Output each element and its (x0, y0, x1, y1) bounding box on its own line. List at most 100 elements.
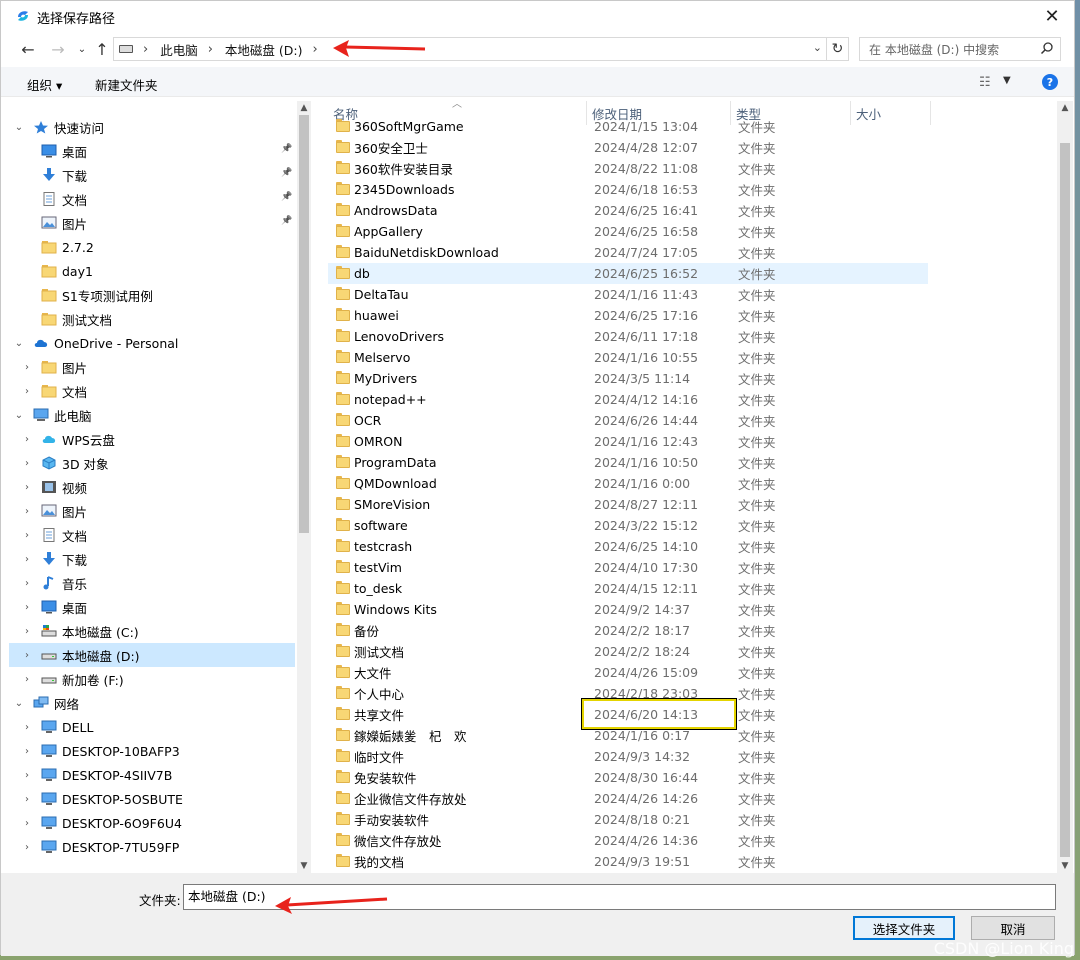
chevron-down-icon[interactable]: ⌄ (13, 410, 25, 421)
nav-item[interactable]: S1专项测试用例 (9, 283, 295, 307)
search-box[interactable]: 在 本地磁盘 (D:) 中搜索 (859, 37, 1061, 61)
file-row[interactable]: 测试文档 2024/2/2 18:24 文件夹 (328, 641, 928, 662)
forward-button[interactable]: → (47, 37, 69, 61)
nav-item[interactable]: › 视频 (9, 475, 295, 499)
file-row[interactable]: Windows Kits 2024/9/2 14:37 文件夹 (328, 599, 928, 620)
address-bar[interactable]: › 此电脑 › 本地磁盘 (D:) › ⌄ (113, 37, 827, 61)
chevron-right-icon[interactable]: › (21, 746, 33, 757)
file-row[interactable]: OCR 2024/6/26 14:44 文件夹 (328, 410, 928, 431)
chevron-right-icon[interactable]: › (21, 362, 33, 373)
nav-item[interactable]: › 本地磁盘 (C:) (9, 619, 295, 643)
chevron-right-icon[interactable]: › (21, 554, 33, 565)
nav-item[interactable]: 桌面 📌 (9, 139, 295, 163)
file-row[interactable]: 临时文件 2024/9/3 14:32 文件夹 (328, 746, 928, 767)
chevron-right-icon[interactable]: › (21, 530, 33, 541)
file-row[interactable]: 我的文档 2024/9/3 19:51 文件夹 (328, 851, 928, 872)
chevron-right-icon[interactable]: › (21, 482, 33, 493)
file-row[interactable]: QMDownload 2024/1/16 0:00 文件夹 (328, 473, 928, 494)
chevron-right-icon[interactable]: › (21, 506, 33, 517)
nav-item[interactable]: › DESKTOP-10BAFP3 (9, 739, 295, 763)
recent-locations-button[interactable]: ⌄ (71, 37, 93, 61)
new-folder-button[interactable]: 新建文件夹 (95, 75, 158, 94)
organize-menu[interactable]: 组织 ▾ (27, 75, 62, 94)
nav-item[interactable]: 下载 📌 (9, 163, 295, 187)
refresh-button[interactable]: ↻ (827, 37, 849, 61)
help-icon[interactable]: ? (1042, 74, 1058, 90)
chevron-right-icon[interactable]: › (21, 674, 33, 685)
file-row[interactable]: 免安装软件 2024/8/30 16:44 文件夹 (328, 767, 928, 788)
file-row[interactable]: SMoreVision 2024/8/27 12:11 文件夹 (328, 494, 928, 515)
file-row[interactable]: AndrowsData 2024/6/25 16:41 文件夹 (328, 200, 928, 221)
file-row[interactable]: ProgramData 2024/1/16 10:50 文件夹 (328, 452, 928, 473)
nav-item[interactable]: › 3D 对象 (9, 451, 295, 475)
chevron-right-icon[interactable]: › (21, 842, 33, 853)
file-row[interactable]: to_desk 2024/4/15 12:11 文件夹 (328, 578, 928, 599)
nav-item[interactable]: › 文档 (9, 523, 295, 547)
file-row[interactable]: 手动安装软件 2024/8/18 0:21 文件夹 (328, 809, 928, 830)
nav-pane-scrollbar[interactable]: ▲ ▼ (297, 101, 311, 873)
file-row[interactable]: 鎵嬫姤婊夎 杞 欢 2024/1/16 0:17 文件夹 (328, 725, 928, 746)
nav-item[interactable]: 测试文档 (9, 307, 295, 331)
chevron-right-icon[interactable]: › (21, 386, 33, 397)
chevron-right-icon[interactable]: › (21, 818, 33, 829)
file-row[interactable]: testVim 2024/4/10 17:30 文件夹 (328, 557, 928, 578)
select-folder-button[interactable]: 选择文件夹 (853, 916, 955, 940)
chevron-down-icon[interactable]: ⌄ (13, 338, 25, 349)
nav-item[interactable]: › 本地磁盘 (D:) (9, 643, 295, 667)
scroll-up-icon[interactable]: ▲ (297, 101, 311, 115)
up-button[interactable]: ↑ (91, 37, 113, 61)
view-dropdown-icon[interactable]: ▼ (1003, 75, 1011, 86)
nav-item[interactable]: › DESKTOP-7TU59FP (9, 835, 295, 859)
file-row[interactable]: huawei 2024/6/25 17:16 文件夹 (328, 305, 928, 326)
nav-item[interactable]: › 图片 (9, 355, 295, 379)
file-row[interactable]: software 2024/3/22 15:12 文件夹 (328, 515, 928, 536)
nav-item[interactable]: ⌄ 网络 (9, 691, 295, 715)
chevron-right-icon[interactable]: › (21, 434, 33, 445)
file-row[interactable]: 360软件安装目录 2024/8/22 11:08 文件夹 (328, 158, 928, 179)
chevron-down-icon[interactable]: ⌄ (13, 698, 25, 709)
nav-item[interactable]: 图片 📌 (9, 211, 295, 235)
navigation-pane[interactable]: ⌄ 快速访问 桌面 📌 下载 📌 文档 📌 图片 📌 2.7.2 day1 S1专项测试用例 测试文档 ⌄ O… (9, 101, 311, 873)
breadcrumb-drive-d[interactable]: 本地磁盘 (D:) (225, 40, 303, 59)
chevron-right-icon[interactable]: › (21, 578, 33, 589)
chevron-right-icon[interactable]: › (21, 722, 33, 733)
nav-item[interactable]: › WPS云盘 (9, 427, 295, 451)
back-button[interactable]: ← (17, 37, 39, 61)
file-row[interactable]: 备份 2024/2/2 18:17 文件夹 (328, 620, 928, 641)
file-row[interactable]: AppGallery 2024/6/25 16:58 文件夹 (328, 221, 928, 242)
chevron-right-icon[interactable]: › (21, 770, 33, 781)
nav-item[interactable]: ⌄ 快速访问 (9, 115, 295, 139)
file-row[interactable]: 微信文件存放处 2024/4/26 14:36 文件夹 (328, 830, 928, 851)
nav-item[interactable]: › DESKTOP-4SIIV7B (9, 763, 295, 787)
breadcrumb-separator[interactable]: › (313, 42, 318, 57)
nav-item[interactable]: › 音乐 (9, 571, 295, 595)
nav-item[interactable]: 2.7.2 (9, 235, 295, 259)
nav-item[interactable]: › DELL (9, 715, 295, 739)
file-row[interactable]: Melservo 2024/1/16 10:55 文件夹 (328, 347, 928, 368)
file-list-scrollbar[interactable]: ▲ ▼ (1057, 101, 1073, 873)
nav-item[interactable]: › DESKTOP-6O9F6U4 (9, 811, 295, 835)
chevron-right-icon[interactable]: › (21, 650, 33, 661)
address-dropdown-icon[interactable]: ⌄ (813, 41, 822, 54)
file-row[interactable]: 2345Downloads 2024/6/18 16:53 文件夹 (328, 179, 928, 200)
file-row[interactable]: MyDrivers 2024/3/5 11:14 文件夹 (328, 368, 928, 389)
nav-item[interactable]: › 图片 (9, 499, 295, 523)
file-row[interactable]: DeltaTau 2024/1/16 11:43 文件夹 (328, 284, 928, 305)
close-button[interactable]: ✕ (1030, 1, 1074, 31)
nav-item[interactable]: day1 (9, 259, 295, 283)
file-row[interactable]: LenovoDrivers 2024/6/11 17:18 文件夹 (328, 326, 928, 347)
chevron-down-icon[interactable]: ⌄ (13, 122, 25, 133)
chevron-right-icon[interactable]: › (21, 794, 33, 805)
file-row[interactable]: 大文件 2024/4/26 15:09 文件夹 (328, 662, 928, 683)
file-list-pane[interactable]: 名称 ︿ 修改日期 类型 大小 360SoftMgrGame 2024/1/15 … (328, 101, 1056, 873)
search-icon[interactable] (1040, 41, 1054, 55)
file-row[interactable]: testcrash 2024/6/25 14:10 文件夹 (328, 536, 928, 557)
file-row[interactable]: 360安全卫士 2024/4/28 12:07 文件夹 (328, 137, 928, 158)
file-row[interactable]: 企业微信文件存放处 2024/4/26 14:26 文件夹 (328, 788, 928, 809)
cancel-button[interactable]: 取消 (971, 916, 1055, 940)
file-row[interactable]: db 2024/6/25 16:52 文件夹 (328, 263, 928, 284)
nav-item[interactable]: ⌄ OneDrive - Personal (9, 331, 295, 355)
view-options-icon[interactable]: ☷ (979, 75, 991, 90)
nav-item[interactable]: › DESKTOP-5OSBUTE (9, 787, 295, 811)
nav-item[interactable]: › 桌面 (9, 595, 295, 619)
